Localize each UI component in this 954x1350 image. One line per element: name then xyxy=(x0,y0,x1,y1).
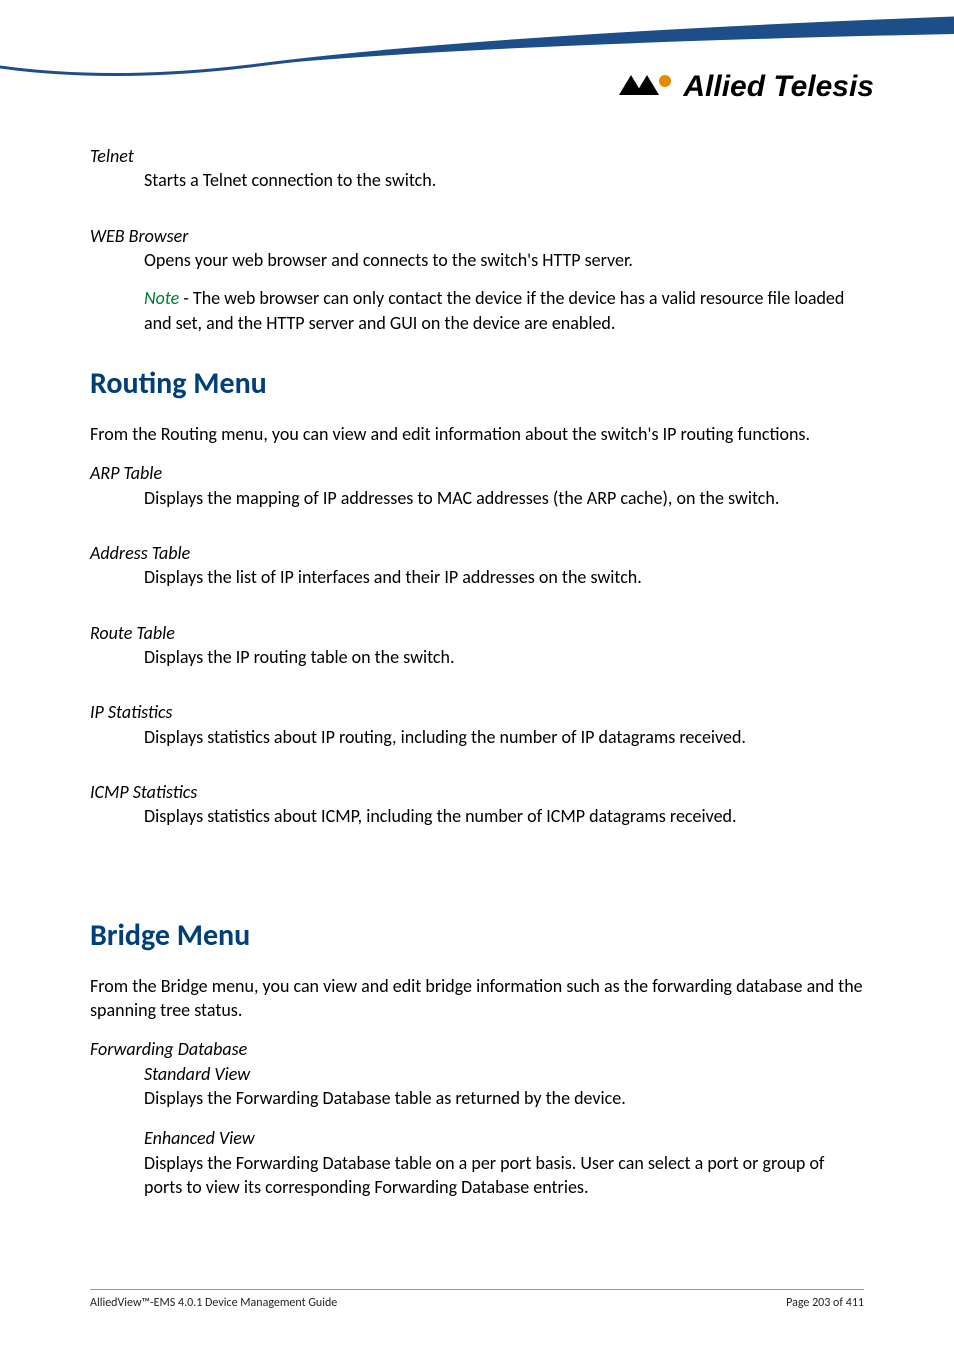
telnet-heading: Telnet xyxy=(90,145,864,168)
footer-divider xyxy=(90,1289,864,1290)
route-table-body: Displays the IP routing table on the swi… xyxy=(144,645,864,669)
brand-logo: Allied Telesis xyxy=(619,70,874,104)
ip-stats-body: Displays statistics about IP routing, in… xyxy=(144,725,864,749)
brand-name: Allied Telesis xyxy=(683,70,874,104)
web-body: Opens your web browser and connects to t… xyxy=(144,248,864,272)
note-body: - The web browser can only contact the d… xyxy=(144,287,844,333)
fdb-standard-view-body: Displays the Forwarding Database table a… xyxy=(144,1086,864,1110)
icmp-stats-heading: ICMP Statistics xyxy=(90,781,864,804)
route-table-heading: Route Table xyxy=(90,622,864,645)
fdb-standard-view-label: Standard View xyxy=(144,1062,864,1086)
fdb-enhanced-view-body: Displays the Forwarding Database table o… xyxy=(144,1151,864,1200)
telnet-body: Starts a Telnet connection to the switch… xyxy=(144,168,864,192)
fdb-heading: Forwarding Database xyxy=(90,1038,864,1061)
arp-table-body: Displays the mapping of IP addresses to … xyxy=(144,486,864,510)
fdb-enhanced-view-label: Enhanced View xyxy=(144,1126,864,1150)
icmp-stats-body: Displays statistics about ICMP, includin… xyxy=(144,804,864,828)
bridge-intro: From the Bridge menu, you can view and e… xyxy=(90,974,864,1023)
routing-intro: From the Routing menu, you can view and … xyxy=(90,422,864,446)
header-swoosh xyxy=(0,0,954,130)
bridge-menu-title: Bridge Menu xyxy=(90,917,864,954)
address-table-body: Displays the list of IP interfaces and t… xyxy=(144,565,864,589)
note-label: Note xyxy=(144,287,179,309)
address-table-heading: Address Table xyxy=(90,542,864,565)
page-footer: AlliedView™-EMS 4.0.1 Device Management … xyxy=(90,1289,864,1310)
arp-table-heading: ARP Table xyxy=(90,462,864,485)
footer-doc-title: AlliedView™-EMS 4.0.1 Device Management … xyxy=(90,1296,337,1310)
brand-mark-icon xyxy=(619,71,675,104)
ip-stats-heading: IP Statistics xyxy=(90,701,864,724)
routing-menu-title: Routing Menu xyxy=(90,365,864,402)
footer-page-number: Page 203 of 411 xyxy=(786,1296,864,1310)
web-note: Note - The web browser can only contact … xyxy=(144,286,864,335)
web-heading: WEB Browser xyxy=(90,225,864,248)
